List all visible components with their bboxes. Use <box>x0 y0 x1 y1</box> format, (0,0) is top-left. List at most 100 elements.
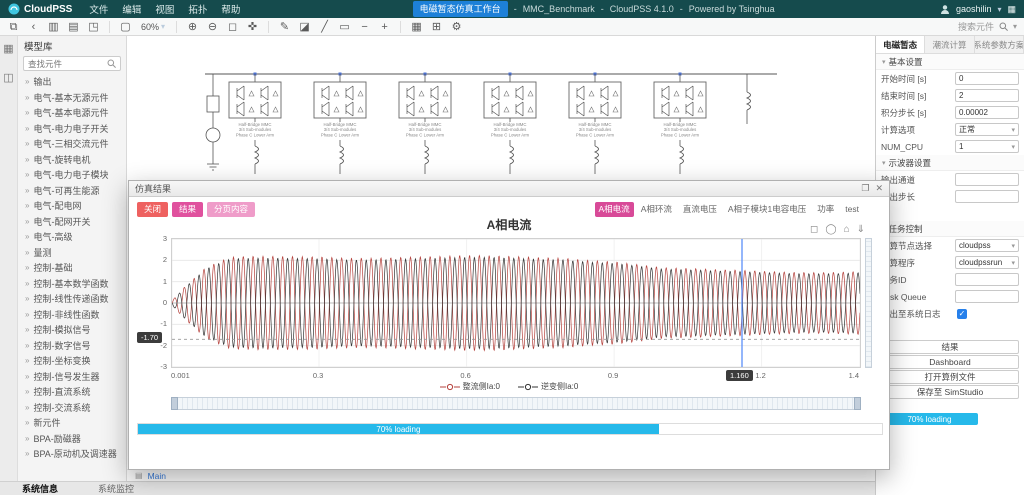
user-menu-caret-icon[interactable]: ▾ <box>997 5 1001 14</box>
status-tab-系统信息[interactable]: 系统信息 <box>22 482 58 495</box>
library-icon[interactable]: ▦ <box>3 42 13 55</box>
username[interactable]: gaoshilin <box>956 4 992 14</box>
dialog-button-分页内容[interactable]: 分页内容 <box>207 202 255 217</box>
panel-tab-电磁暂态[interactable]: 电磁暂态 <box>876 36 925 53</box>
result-tab-A相电流[interactable]: A相电流 <box>595 202 634 217</box>
panel-tab-系统参数方案[interactable]: 系统参数方案 <box>975 36 1024 53</box>
close-icon[interactable]: ✕ <box>875 183 883 194</box>
menu-item-帮助[interactable]: 帮助 <box>214 2 247 16</box>
sidebar-item-控制-坐标变换[interactable]: »控制-坐标变换 <box>18 353 126 369</box>
menu-item-拓扑[interactable]: 拓扑 <box>181 2 214 16</box>
zoom-in-icon[interactable]: ⊕ <box>186 19 199 35</box>
chart-range-slider[interactable] <box>171 397 861 410</box>
result-tab-A相环流[interactable]: A相环流 <box>637 202 676 217</box>
panel-button-保存至 SimStudio[interactable]: 保存至 SimStudio <box>881 385 1019 399</box>
sidebar-item-电气-高级[interactable]: »电气-高级 <box>18 229 126 245</box>
chart-plot-area[interactable] <box>171 238 861 368</box>
input-field-开始时间 [s][interactable]: 0 <box>955 72 1019 85</box>
input-field-输出步长[interactable] <box>955 190 1019 203</box>
sidebar-item-控制-基本数学函数[interactable]: »控制-基本数学函数 <box>18 276 126 292</box>
search-caret-icon[interactable]: ▾ <box>1013 22 1017 31</box>
sidebar-item-控制-信号发生器[interactable]: »控制-信号发生器 <box>18 369 126 385</box>
sidebar-item-BPA-励磁器[interactable]: »BPA-励磁器 <box>18 431 126 447</box>
dialog-title-bar[interactable]: 仿真结果 ❐✕ <box>129 181 889 197</box>
sidebar-item-输出[interactable]: »输出 <box>18 74 126 90</box>
workspace-badge[interactable]: 电磁暂态仿真工作台 <box>413 1 508 17</box>
sheet-tab-main[interactable]: Main <box>148 471 166 481</box>
restore-icon[interactable]: ❐ <box>861 183 869 194</box>
sidebar-item-电气-三相交流元件[interactable]: »电气-三相交流元件 <box>18 136 126 152</box>
sidebar-item-电气-电力电子开关[interactable]: »电气-电力电子开关 <box>18 121 126 137</box>
snapshot-icon[interactable]: ◳ <box>87 19 100 35</box>
input-field-结束时间 [s][interactable]: 2 <box>955 89 1019 102</box>
result-tab-test[interactable]: test <box>841 203 863 216</box>
sidebar-item-电气-配网开关[interactable]: »电气-配网开关 <box>18 214 126 230</box>
dialog-button-关闭[interactable]: 关闭 <box>137 202 168 217</box>
select-field-计算选项[interactable]: 正常▾ <box>955 123 1019 136</box>
sidebar-item-控制-非线性函数[interactable]: »控制-非线性函数 <box>18 307 126 323</box>
sidebar-item-量测[interactable]: »量测 <box>18 245 126 261</box>
grid-icon[interactable]: ▦ <box>410 19 423 35</box>
sidebar-item-控制-线性传递函数[interactable]: »控制-线性传递函数 <box>18 291 126 307</box>
input-field-任务ID[interactable] <box>955 273 1019 286</box>
reset-view-icon[interactable]: ⌂ <box>844 224 850 235</box>
sidebar-item-电气-旋转电机[interactable]: »电气-旋转电机 <box>18 152 126 168</box>
menu-item-编辑[interactable]: 编辑 <box>115 2 148 16</box>
menu-item-文件[interactable]: 文件 <box>82 2 115 16</box>
range-slider-right-handle[interactable] <box>854 397 861 410</box>
chart-vertical-scrollbar[interactable] <box>865 238 872 368</box>
select-field-NUM_CPU[interactable]: 1▾ <box>955 140 1019 153</box>
sidebar-item-新元件[interactable]: »新元件 <box>18 415 126 431</box>
sidebar-item-电气-可再生能源[interactable]: »电气-可再生能源 <box>18 183 126 199</box>
back-icon[interactable]: ‹ <box>27 19 40 35</box>
input-field-输出通道[interactable] <box>955 173 1019 186</box>
table-icon[interactable]: ⊞ <box>430 19 443 35</box>
sidebar-item-控制-直流系统[interactable]: »控制-直流系统 <box>18 384 126 400</box>
lasso-select-icon[interactable]: ◯ <box>825 224 836 235</box>
sidebar-item-控制-数字信号[interactable]: »控制-数字信号 <box>18 338 126 354</box>
dialog-button-结果[interactable]: 结果 <box>172 202 203 217</box>
pointer-tool-icon[interactable]: ▢ <box>119 19 132 35</box>
select-field-计算节点选择[interactable]: cloudpss▾ <box>955 239 1019 252</box>
sidebar-item-电气-基本无源元件[interactable]: »电气-基本无源元件 <box>18 90 126 106</box>
component-search-box[interactable] <box>23 56 121 71</box>
copy-icon[interactable]: ⧉ <box>7 19 20 35</box>
status-tab-系统监控[interactable]: 系统监控 <box>98 482 134 495</box>
zoom-level-dropdown[interactable]: 60%▾ <box>139 22 167 32</box>
result-tab-功率[interactable]: 功率 <box>813 202 838 217</box>
sidebar-item-电气-电力电子模块[interactable]: »电气-电力电子模块 <box>18 167 126 183</box>
favorites-icon[interactable]: ◫ <box>3 71 13 84</box>
sidebar-item-控制-交流系统[interactable]: »控制-交流系统 <box>18 400 126 416</box>
range-slider-left-handle[interactable] <box>171 397 178 410</box>
result-tab-直流电压[interactable]: 直流电压 <box>679 202 721 217</box>
select-field-计算程序[interactable]: cloudpssrun▾ <box>955 256 1019 269</box>
line-tool-icon[interactable]: ╱ <box>318 19 331 35</box>
panel-button-打开算例文件[interactable]: 打开算例文件 <box>881 370 1019 384</box>
panel-button-结果[interactable]: 结果 <box>881 340 1019 354</box>
sidebar-item-BPA-原动机及调速器[interactable]: »BPA-原动机及调速器 <box>18 446 126 462</box>
app-logo[interactable]: CloudPSS <box>8 3 72 15</box>
apps-icon[interactable]: ▦ <box>1007 4 1016 15</box>
toolbar-search[interactable]: 搜索元件 ▾ <box>958 20 1017 33</box>
log-checkbox[interactable]: ✓ <box>957 309 967 319</box>
rect-tool-icon[interactable]: ▭ <box>338 19 351 35</box>
panel-button-Dashboard[interactable]: Dashboard <box>881 355 1019 369</box>
sheet-list-icon[interactable]: ▤ <box>135 471 143 480</box>
box-zoom-icon[interactable]: ◻ <box>810 224 818 235</box>
save-all-icon[interactable]: ▤ <box>67 19 80 35</box>
sidebar-item-控制-模拟信号[interactable]: »控制-模拟信号 <box>18 322 126 338</box>
result-tab-A相子模块1电容电压[interactable]: A相子模块1电容电压 <box>724 202 810 217</box>
download-icon[interactable]: ⇓ <box>857 224 865 235</box>
legend-item[interactable]: 逆变侧Ia:0 <box>518 381 578 392</box>
eraser-tool-icon[interactable]: ◪ <box>298 19 311 35</box>
menu-item-视图[interactable]: 视图 <box>148 2 181 16</box>
sidebar-item-控制-基础[interactable]: »控制-基础 <box>18 260 126 276</box>
input-field-积分步长 [s][interactable]: 0.00002 <box>955 106 1019 119</box>
pan-tool-icon[interactable]: ✜ <box>246 19 259 35</box>
legend-item[interactable]: 整流侧Ia:0 <box>440 381 500 392</box>
panel-tab-潮流计算[interactable]: 潮流计算 <box>925 36 974 53</box>
input-field-Task Queue[interactable] <box>955 290 1019 303</box>
plus-tool-icon[interactable]: + <box>378 19 391 35</box>
sidebar-item-电气-配电网[interactable]: »电气-配电网 <box>18 198 126 214</box>
component-search-input[interactable] <box>28 59 98 69</box>
